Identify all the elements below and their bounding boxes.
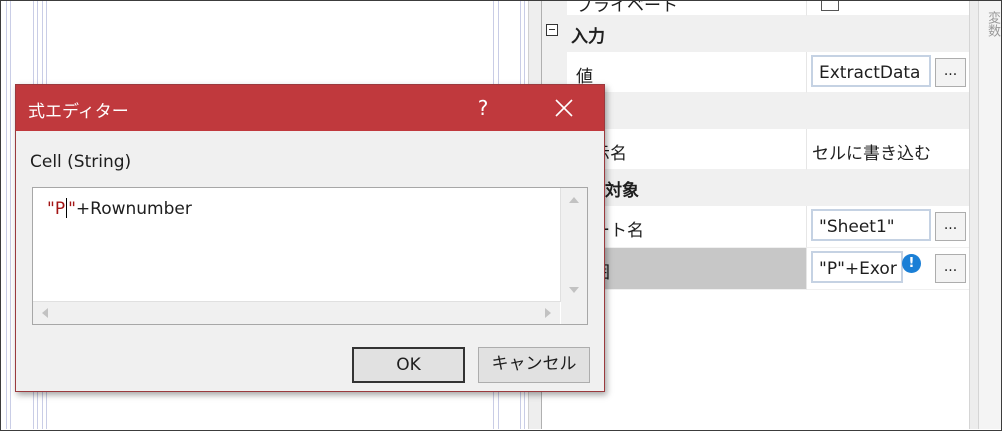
sheet-name-input[interactable]: "Sheet1" (811, 209, 931, 241)
expression-type-label: Cell (String) (30, 152, 132, 172)
range-ellipsis-button[interactable]: ... (935, 254, 966, 283)
scroll-down-icon[interactable] (569, 287, 579, 293)
sequence-border (10, 1, 11, 429)
ok-button[interactable]: OK (352, 347, 465, 383)
scroll-right-icon[interactable] (545, 308, 551, 318)
property-value-cell: "Sheet1" ... (806, 206, 971, 248)
expression-editor-dialog: 式エディター ? Cell (String) "P "+Rownumber OK … (15, 84, 605, 392)
scrollbar-corner (561, 302, 587, 324)
property-name-cell: プライベート (567, 1, 806, 16)
scroll-left-icon[interactable] (42, 308, 48, 318)
category-label: 入力 (571, 27, 605, 47)
row-gutter (542, 1, 567, 16)
sheet-ellipsis-button[interactable]: ... (935, 212, 966, 241)
property-row-range[interactable]: 範囲 "P"+Exor ! ... (542, 248, 971, 290)
cancel-button[interactable]: キャンセル (478, 347, 590, 383)
close-button[interactable] (544, 91, 584, 125)
sequence-border (6, 1, 7, 429)
property-value-cell (806, 1, 970, 16)
dialog-title: 式エディター (28, 102, 129, 122)
expression-rest: +Rownumber (75, 199, 192, 219)
scroll-up-icon[interactable] (569, 197, 579, 203)
side-tab-variables[interactable]: 変数 (978, 1, 1001, 429)
property-value-cell: ExtractData ... (806, 52, 971, 93)
string-literal-close: " (68, 199, 76, 219)
vertical-scrollbar[interactable] (560, 188, 587, 302)
help-button[interactable]: ? (463, 91, 503, 125)
value-input[interactable]: ExtractData (811, 55, 931, 87)
property-row-display-name[interactable]: 表示名 セルに書き込む (542, 129, 971, 170)
properties-scrollbar[interactable] (969, 1, 978, 429)
text-caret (66, 198, 68, 218)
dialog-titlebar[interactable]: 式エディター ? (16, 85, 604, 131)
range-input[interactable]: "P"+Exor (811, 251, 903, 283)
category-common[interactable]: 共通 (542, 93, 970, 129)
display-name-value[interactable]: セルに書き込む (812, 139, 931, 164)
close-icon (555, 99, 573, 117)
private-checkbox[interactable] (821, 1, 839, 11)
property-row-value[interactable]: 値 ExtractData ... (542, 52, 971, 93)
value-ellipsis-button[interactable]: ... (935, 58, 966, 87)
side-tab-label: 変数 (985, 11, 1000, 37)
expression-editor[interactable]: "P "+Rownumber (32, 187, 588, 325)
category-target[interactable]: 処理対象 (542, 170, 970, 206)
collapse-icon[interactable] (546, 24, 558, 36)
property-value-cell: セルに書き込む (806, 129, 971, 170)
string-literal: "P (47, 199, 66, 219)
warning-icon[interactable]: ! (902, 254, 921, 273)
property-row-sheet-name[interactable]: シート名 "Sheet1" ... (542, 206, 971, 248)
category-input[interactable]: 入力 (542, 16, 970, 52)
value-text: ExtractData (819, 63, 921, 83)
property-label: プライベート (576, 1, 678, 16)
sheet-name-text: "Sheet1" (819, 217, 895, 237)
property-row-private[interactable]: プライベート (542, 1, 970, 16)
range-text: "P"+Exor (819, 259, 897, 279)
property-value-cell: "P"+Exor ! ... (806, 248, 971, 290)
expression-text[interactable]: "P "+Rownumber (47, 198, 192, 219)
horizontal-scrollbar[interactable] (33, 301, 560, 324)
properties-panel: プライベート 入力 値 ExtractData ... 共通 表示名 セルに書き… (541, 1, 971, 429)
